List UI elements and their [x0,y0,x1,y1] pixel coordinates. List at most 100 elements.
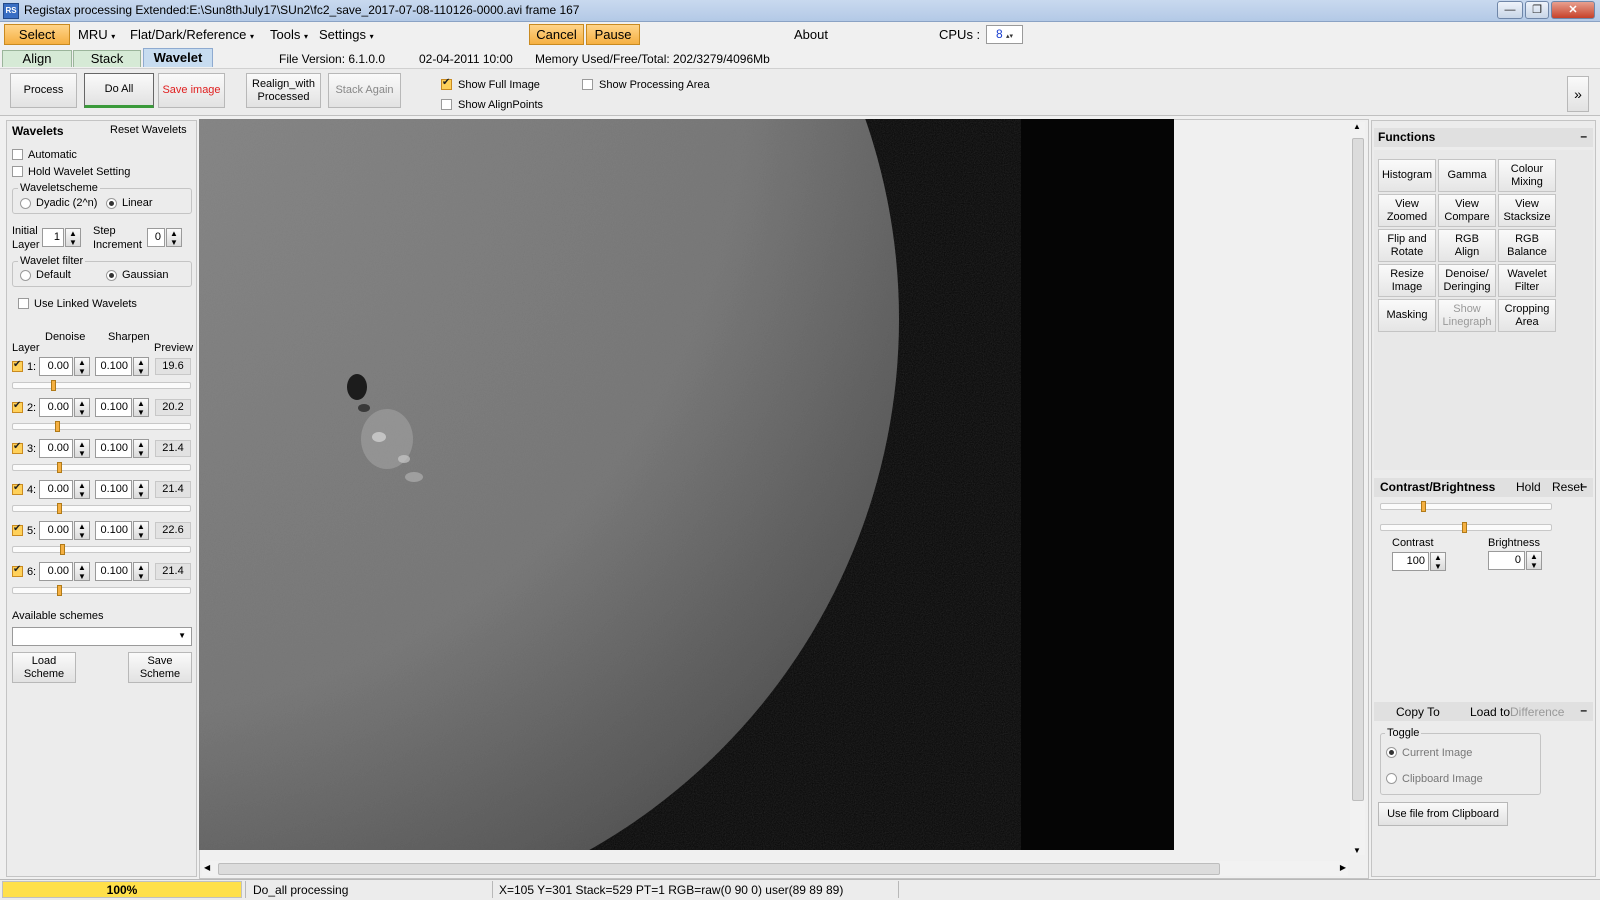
layer-slider-thumb[interactable] [60,544,65,555]
menu-tools[interactable]: Tools ▾ [270,27,308,42]
contrast-input[interactable]: 100 [1392,552,1429,571]
step-increment-spin-icon[interactable]: ▲ ▼ [166,228,182,247]
layer-slider[interactable] [12,585,191,596]
preview-value[interactable]: 21.4 [155,563,191,580]
show-processing-area-checkbox[interactable] [582,79,593,90]
cancel-button[interactable]: Cancel [529,24,584,45]
scroll-left-icon[interactable]: ◀ [204,863,210,872]
default-filter-radio[interactable] [20,270,31,281]
rgb-balance-button[interactable]: RGB Balance [1498,229,1556,262]
sharpen-input[interactable]: 0.100 [95,439,132,458]
scroll-down-icon[interactable]: ▼ [1353,846,1361,855]
vertical-scrollbar[interactable]: ▲ ▼ [1350,122,1365,855]
tab-wavelet[interactable]: Wavelet [143,48,213,67]
layer-enable-checkbox[interactable] [12,359,23,372]
expand-panel-button[interactable]: » [1567,76,1589,112]
use-linked-wavelets-checkbox[interactable] [18,298,29,309]
histogram-button[interactable]: Histogram [1378,159,1436,192]
view-compare-button[interactable]: View Compare [1438,194,1496,227]
layer-slider[interactable] [12,380,191,391]
sharpen-input[interactable]: 0.100 [95,521,132,540]
layer-slider[interactable] [12,544,191,555]
resize-image-button[interactable]: Resize Image [1378,264,1436,297]
tab-align[interactable]: Align [2,50,72,67]
hold-wavelet-checkbox[interactable] [12,166,23,177]
sharpen-spin-icon[interactable]: ▲ ▼ [133,521,149,540]
layer-slider-thumb[interactable] [57,503,62,514]
dyadic-radio[interactable] [20,198,31,209]
gamma-button[interactable]: Gamma [1438,159,1496,192]
preview-value[interactable]: 21.4 [155,481,191,498]
layer-enable-checkbox[interactable] [12,523,23,536]
show-alignpoints-checkbox[interactable] [441,99,452,110]
reset-wavelets-button[interactable]: Reset Wavelets [110,124,187,136]
sharpen-input[interactable]: 0.100 [95,357,132,376]
minimize-button[interactable]: — [1497,1,1523,19]
brightness-slider-thumb[interactable] [1462,522,1467,533]
denoise-spin-icon[interactable]: ▲ ▼ [74,357,90,376]
preview-value[interactable]: 20.2 [155,399,191,416]
denoise-input[interactable]: 0.00 [39,480,73,499]
layer-slider[interactable] [12,421,191,432]
rgb-align-button[interactable]: RGB Align [1438,229,1496,262]
preview-value[interactable]: 21.4 [155,440,191,457]
brightness-spin-icon[interactable]: ▲ ▼ [1526,551,1542,570]
sharpen-input[interactable]: 0.100 [95,562,132,581]
save-image-button[interactable]: Save image [158,73,225,108]
preview-value[interactable]: 19.6 [155,358,191,375]
denoise-deringing-button[interactable]: Denoise/Deringing [1438,264,1496,297]
linear-radio[interactable] [106,198,117,209]
denoise-spin-icon[interactable]: ▲ ▼ [74,562,90,581]
contrast-slider[interactable] [1380,501,1552,512]
layer-enable-checkbox[interactable] [12,400,23,413]
denoise-input[interactable]: 0.00 [39,439,73,458]
horizontal-scroll-thumb[interactable] [218,863,1220,875]
step-increment-input[interactable]: 0 [147,228,165,247]
denoise-spin-icon[interactable]: ▲ ▼ [74,480,90,499]
brightness-slider[interactable] [1380,522,1552,533]
cpus-stepper[interactable]: 8 ▴▾ [986,25,1023,44]
layer-enable-checkbox[interactable] [12,482,23,495]
initial-layer-spin-icon[interactable]: ▲ ▼ [65,228,81,247]
sharpen-spin-icon[interactable]: ▲ ▼ [133,398,149,417]
about-menu[interactable]: About [794,27,828,42]
wavelet-filter-button[interactable]: Wavelet Filter [1498,264,1556,297]
view-zoomed-button[interactable]: View Zoomed [1378,194,1436,227]
menu-flat-dark-reference[interactable]: Flat/Dark/Reference ▾ [130,27,254,42]
solar-image[interactable] [199,119,1174,850]
denoise-spin-icon[interactable]: ▲ ▼ [74,398,90,417]
tab-stack[interactable]: Stack [73,50,141,67]
save-scheme-button[interactable]: Save Scheme [128,652,192,683]
layer-slider[interactable] [12,503,191,514]
clipboard-image-radio[interactable] [1386,773,1397,784]
sharpen-spin-icon[interactable]: ▲ ▼ [133,439,149,458]
scroll-right-icon[interactable]: ▶ [1340,863,1346,872]
show-full-image-checkbox[interactable] [441,77,452,90]
layer-slider-thumb[interactable] [51,380,56,391]
realign-with-processed-button[interactable]: Realign_with Processed [246,73,321,108]
flip-and-rotate-button[interactable]: Flip and Rotate [1378,229,1436,262]
maximize-button[interactable]: ❐ [1525,1,1549,19]
do-all-button[interactable]: Do All [84,73,154,108]
sharpen-spin-icon[interactable]: ▲ ▼ [133,562,149,581]
show-linegraph-button[interactable]: Show Linegraph [1438,299,1496,332]
contrast-collapse-button[interactable]: – [1580,479,1587,493]
process-button[interactable]: Process [10,73,77,108]
layer-slider-thumb[interactable] [57,585,62,596]
copy-to-button[interactable]: Copy To [1396,705,1440,719]
select-button[interactable]: Select [4,24,70,45]
layer-enable-checkbox[interactable] [12,564,23,577]
layer-slider-thumb[interactable] [57,462,62,473]
schemes-select[interactable]: ▼ [12,627,192,646]
contrast-hold-button[interactable]: Hold [1516,480,1541,494]
layer-enable-checkbox[interactable] [12,441,23,454]
contrast-reset-button[interactable]: Reset [1552,480,1583,494]
stack-again-button[interactable]: Stack Again [328,73,401,108]
denoise-input[interactable]: 0.00 [39,357,73,376]
sharpen-input[interactable]: 0.100 [95,480,132,499]
brightness-input[interactable]: 0 [1488,551,1525,570]
view-stacksize-button[interactable]: View Stacksize [1498,194,1556,227]
sharpen-input[interactable]: 0.100 [95,398,132,417]
contrast-slider-thumb[interactable] [1421,501,1426,512]
vertical-scroll-thumb[interactable] [1352,138,1364,801]
